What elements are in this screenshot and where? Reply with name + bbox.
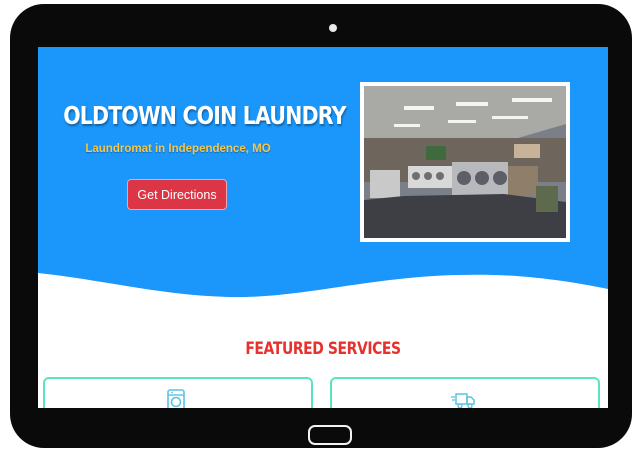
site-subtitle: Laundromat in Independence, MO: [85, 143, 271, 155]
camera-icon: [329, 24, 337, 32]
site-title: OLDTOWN COIN LAUNDRY: [63, 101, 346, 130]
home-button[interactable]: [308, 425, 352, 445]
service-card-delivery[interactable]: [330, 377, 600, 408]
featured-services-heading: FEATURED SERVICES: [245, 339, 401, 359]
wave-divider: [38, 273, 608, 329]
get-directions-button[interactable]: Get Directions: [127, 179, 227, 210]
website-screen: OLDTOWN COIN LAUNDRY Laundromat in Indep…: [38, 47, 608, 408]
laundromat-photo: [360, 82, 570, 242]
delivery-truck-icon: [450, 389, 476, 408]
laundromat-interior-image: [364, 86, 566, 238]
washing-machine-icon: [165, 389, 187, 408]
service-card-laundry[interactable]: [43, 377, 313, 408]
